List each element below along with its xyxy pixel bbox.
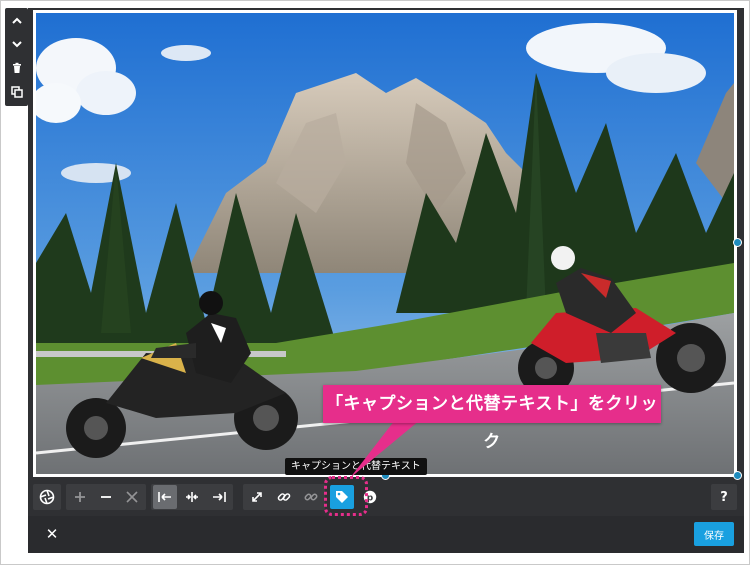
duplicate-icon bbox=[10, 86, 23, 98]
zoom-out-icon bbox=[101, 496, 111, 498]
save-button[interactable]: 保存 bbox=[694, 522, 734, 546]
highlight-ring bbox=[324, 476, 368, 516]
link-icon bbox=[277, 493, 291, 501]
toolbar-group-link bbox=[243, 484, 325, 510]
resize-icon bbox=[252, 492, 262, 502]
link-button[interactable] bbox=[272, 485, 296, 509]
move-down-button[interactable] bbox=[5, 32, 28, 56]
tooltip: キャプションと代替テキスト bbox=[285, 458, 427, 475]
zoom-out-button[interactable] bbox=[94, 485, 118, 509]
chevron-down-icon bbox=[11, 41, 22, 48]
block-side-toolbar bbox=[5, 8, 28, 106]
close-icon: ✕ bbox=[45, 525, 59, 543]
resize-handle-right[interactable] bbox=[733, 238, 742, 247]
toolbar-group-help: ? bbox=[711, 484, 737, 510]
image-toolbar: p ? bbox=[33, 484, 737, 510]
trash-icon bbox=[12, 62, 21, 73]
move-up-button[interactable] bbox=[5, 9, 28, 33]
resize-button[interactable] bbox=[245, 485, 269, 509]
toolbar-group-align bbox=[151, 484, 233, 510]
align-left-icon bbox=[158, 492, 171, 502]
instruction-callout: 「キャプションと代替テキスト」をクリック bbox=[323, 385, 661, 452]
resize-handle-corner[interactable] bbox=[733, 471, 742, 480]
align-left-button[interactable] bbox=[153, 485, 177, 509]
align-center-button[interactable] bbox=[180, 485, 204, 509]
editor-bottom-bar: ✕ 保存 bbox=[28, 516, 744, 553]
toolbar-group-zoom bbox=[66, 484, 146, 510]
close-button[interactable]: ✕ bbox=[42, 524, 62, 544]
unlink-button[interactable] bbox=[299, 485, 323, 509]
zoom-in-icon bbox=[75, 492, 85, 502]
fit-button[interactable] bbox=[120, 485, 144, 509]
align-right-icon bbox=[213, 492, 226, 502]
align-right-button[interactable] bbox=[207, 485, 231, 509]
unlink-icon bbox=[304, 493, 318, 501]
duplicate-button[interactable] bbox=[5, 80, 28, 104]
delete-button[interactable] bbox=[5, 56, 28, 80]
aperture-icon bbox=[39, 489, 55, 505]
zoom-in-button[interactable] bbox=[68, 485, 92, 509]
help-button[interactable]: ? bbox=[712, 485, 736, 509]
chevron-up-icon bbox=[11, 17, 22, 24]
align-center-icon bbox=[186, 492, 198, 502]
fit-icon bbox=[126, 491, 138, 503]
image-editor-button[interactable] bbox=[35, 485, 59, 509]
toolbar-group-edit bbox=[33, 484, 61, 510]
